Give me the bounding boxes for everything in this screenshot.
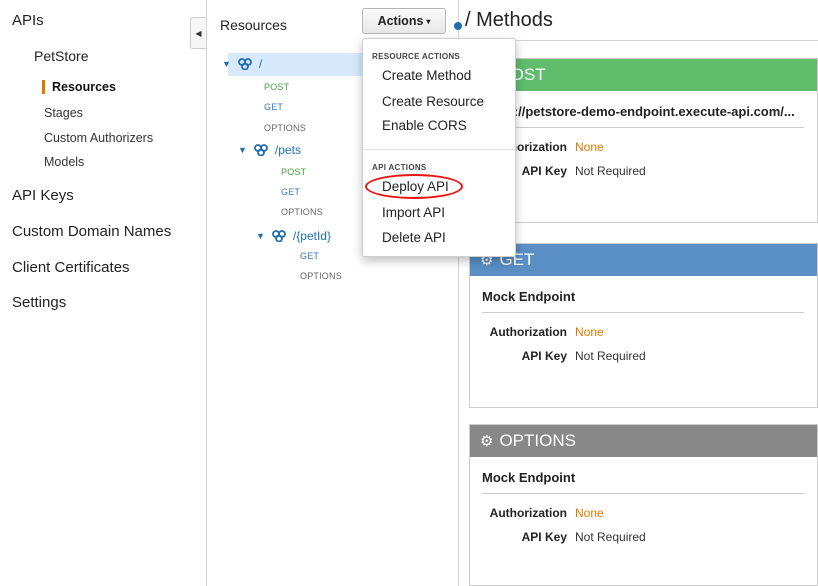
auth-value[interactable]: None [575, 506, 604, 520]
nav-apis-link[interactable]: APIs [12, 12, 44, 29]
auth-label: Authorization [489, 325, 567, 339]
resource-group-icon [272, 230, 286, 242]
actions-label: Actions [377, 14, 424, 28]
nav-item-custom-authorizers[interactable]: Custom Authorizers [44, 131, 184, 145]
card-key-row: API Key Not Required [470, 349, 817, 363]
resource-group-icon [238, 58, 252, 70]
tree-item-label: /pets [274, 143, 301, 157]
deploy-api-highlight-ring [365, 174, 463, 199]
card-key-row: API Key Not Required [470, 164, 817, 178]
menu-item-delete-api[interactable]: Delete API [382, 230, 446, 245]
resources-title: Resources [220, 17, 287, 33]
nav-item-models[interactable]: Models [44, 155, 184, 169]
menu-item-import-api[interactable]: Import API [382, 205, 445, 220]
menu-item-enable-cors[interactable]: Enable CORS [382, 118, 467, 133]
collapse-nav-button[interactable]: ◀ [190, 17, 206, 49]
card-header-post[interactable]: ⚙ POST [470, 59, 817, 91]
api-key-value: Not Required [575, 349, 646, 363]
tree-method-get[interactable]: GET [300, 251, 319, 261]
card-header-get[interactable]: ⚙ GET [470, 244, 817, 276]
tree-method-post[interactable]: POST [281, 167, 306, 177]
tree-item-petid[interactable]: ▼ /{petId} [256, 229, 331, 243]
card-auth-row: Authorization None [470, 140, 817, 154]
card-endpoint: https://petstore-demo-endpoint.execute-a… [482, 104, 804, 128]
method-card-get[interactable]: ⚙ GET Mock Endpoint Authorization None A… [469, 243, 818, 408]
nav-item-resources[interactable]: Resources [42, 80, 182, 94]
api-key-value: Not Required [575, 530, 646, 544]
card-auth-row: Authorization None [470, 506, 817, 520]
nav-petstore-link[interactable]: PetStore [34, 48, 88, 64]
menu-divider [363, 149, 515, 150]
menu-section-resource-actions: RESOURCE ACTIONS [372, 52, 461, 61]
tree-method-options[interactable]: OPTIONS [281, 207, 323, 217]
tree-method-options[interactable]: OPTIONS [300, 271, 342, 281]
methods-title-rule [466, 40, 818, 41]
card-endpoint: Mock Endpoint [482, 289, 804, 313]
tree-method-options[interactable]: OPTIONS [264, 123, 306, 133]
caret-down-icon: ▾ [426, 16, 431, 26]
resource-group-icon [254, 144, 268, 156]
tree-method-post[interactable]: POST [264, 82, 289, 92]
menu-item-create-resource[interactable]: Create Resource [382, 94, 484, 109]
tree-item-label: / [258, 57, 263, 71]
auth-label: Authorization [489, 506, 567, 520]
menu-item-create-method[interactable]: Create Method [382, 68, 471, 83]
actions-dropdown-button[interactable]: Actions ▾ [362, 8, 446, 34]
caret-down-icon[interactable]: ▼ [222, 59, 231, 69]
auth-value[interactable]: None [575, 140, 604, 154]
card-header-options[interactable]: ⚙ OPTIONS [470, 425, 817, 457]
tree-item-root[interactable]: ▼ / [222, 57, 262, 71]
menu-section-api-actions: API ACTIONS [372, 163, 427, 172]
status-dot [454, 22, 462, 30]
api-key-value: Not Required [575, 164, 646, 178]
method-card-post[interactable]: ⚙ POST https://petstore-demo-endpoint.ex… [469, 58, 818, 223]
api-key-label: API Key [521, 349, 567, 363]
nav-divider [206, 0, 207, 586]
gear-icon: ⚙ [480, 433, 494, 450]
auth-value[interactable]: None [575, 325, 604, 339]
caret-down-icon[interactable]: ▼ [238, 145, 247, 155]
tree-method-get[interactable]: GET [281, 187, 300, 197]
card-key-row: API Key Not Required [470, 530, 817, 544]
card-endpoint: Mock Endpoint [482, 470, 804, 494]
caret-down-icon[interactable]: ▼ [256, 231, 265, 241]
method-card-options[interactable]: ⚙ OPTIONS Mock Endpoint Authorization No… [469, 424, 818, 586]
nav-item-client-certificates[interactable]: Client Certificates [12, 259, 130, 276]
nav-item-settings[interactable]: Settings [12, 294, 66, 311]
actions-menu: RESOURCE ACTIONS Create Method Create Re… [362, 38, 516, 257]
tree-method-get[interactable]: GET [264, 102, 283, 112]
tree-item-pets[interactable]: ▼ /pets [238, 143, 301, 157]
methods-title: / Methods [465, 9, 553, 31]
nav-item-stages[interactable]: Stages [44, 106, 184, 120]
tree-item-label: /{petId} [292, 229, 331, 243]
nav-item-custom-domain-names[interactable]: Custom Domain Names [12, 223, 171, 240]
card-auth-row: Authorization None [470, 325, 817, 339]
nav-item-api-keys[interactable]: API Keys [12, 187, 74, 204]
api-key-label: API Key [521, 530, 567, 544]
left-nav: APIs PetStore Resources Stages Custom Au… [0, 0, 190, 586]
card-method-label: OPTIONS [499, 431, 576, 450]
caret-left-icon: ◀ [195, 28, 202, 38]
